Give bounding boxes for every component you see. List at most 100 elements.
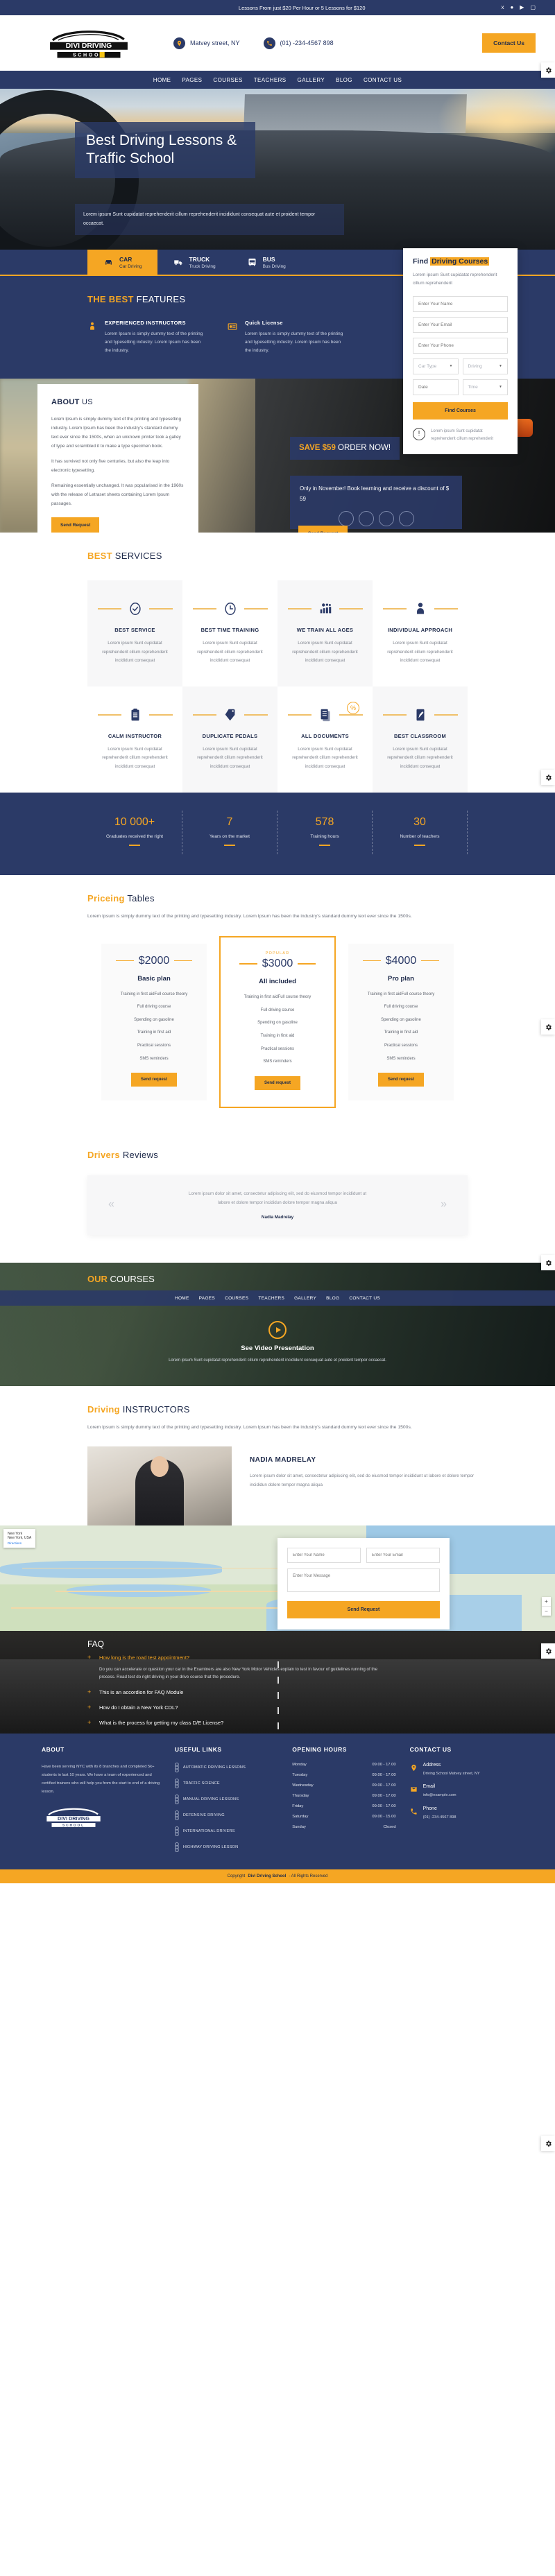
pricing-price: $4000 bbox=[385, 954, 417, 967]
nav-item-blog[interactable]: BLOG bbox=[336, 77, 352, 83]
promo-send-request-button[interactable]: Send Request bbox=[298, 526, 348, 533]
documents-icon bbox=[317, 706, 334, 724]
gear-icon bbox=[545, 1023, 552, 1030]
footer-link[interactable]: TRAFFIC SCIENCE bbox=[175, 1779, 278, 1788]
map-directions-link[interactable]: Directions bbox=[8, 1541, 31, 1545]
instructor-photo bbox=[87, 1446, 232, 1525]
pricing-card-all-included[interactable]: POPULAR $3000 All included Training in f… bbox=[219, 936, 336, 1108]
review-prev-arrow-icon[interactable]: « bbox=[108, 1198, 114, 1210]
site-footer: ABOUT Have been serving NYC with its 8 b… bbox=[0, 1733, 555, 1869]
nav-item-pages[interactable]: PAGES bbox=[182, 77, 202, 83]
service-icon-row bbox=[382, 706, 458, 724]
mini-nav-courses[interactable]: COURSES bbox=[225, 1296, 248, 1301]
mini-nav-teachers[interactable]: TEACHERS bbox=[258, 1296, 284, 1301]
faq-title: FAQ bbox=[87, 1639, 105, 1649]
tab-truck[interactable]: TRUCK Truck Driving bbox=[157, 250, 231, 275]
mini-nav-contact-us[interactable]: CONTACT US bbox=[349, 1296, 380, 1301]
service-text: Lorem ipsum Sunt cupidatat reprehenderit… bbox=[292, 641, 358, 664]
footer-link[interactable]: MANUAL DRIVING LESSONS bbox=[175, 1795, 278, 1804]
facebook-icon[interactable]: x bbox=[501, 5, 504, 10]
footer-link[interactable]: INTERNATIONAL DRIVERS bbox=[175, 1826, 278, 1836]
nav-item-contact-us[interactable]: CONTACT US bbox=[364, 77, 402, 83]
service-card[interactable]: INDIVIDUAL APPROACH Lorem ipsum Sunt cup… bbox=[373, 580, 468, 686]
faq-item[interactable]: + What is the process for getting my cla… bbox=[87, 1719, 379, 1727]
settings-gear-button[interactable] bbox=[541, 770, 555, 785]
contact-us-button[interactable]: Contact Us bbox=[482, 33, 536, 53]
nav-item-home[interactable]: HOME bbox=[153, 77, 171, 83]
footer-link[interactable]: AUTOMATIC DRIVING LESSONS bbox=[175, 1763, 278, 1772]
pricing-send-request-button[interactable]: Send request bbox=[130, 1073, 177, 1087]
reviews-section: Drivers Reviews « Lorem ipsum dolor sit … bbox=[0, 1131, 555, 1263]
instagram-icon[interactable]: ▢ bbox=[530, 5, 536, 10]
nav-item-gallery[interactable]: GALLERY bbox=[298, 77, 325, 83]
service-card[interactable]: BEST CLASSROOM Lorem ipsum Sunt cupidata… bbox=[373, 686, 468, 793]
truck-icon bbox=[173, 257, 185, 268]
service-card[interactable]: WE TRAIN ALL AGES Lorem ipsum Sunt cupid… bbox=[278, 580, 373, 686]
hours-time: 09.00 - 17.00 bbox=[372, 1804, 396, 1808]
find-cartype-select[interactable]: Car Type ▼ bbox=[413, 358, 459, 374]
hours-day: Friday bbox=[292, 1804, 304, 1808]
service-card[interactable]: ALL DOCUMENTS Lorem ipsum Sunt cupidatat… bbox=[278, 686, 373, 793]
settings-gear-button[interactable] bbox=[541, 2136, 555, 2151]
mini-nav-pages[interactable]: PAGES bbox=[199, 1296, 215, 1301]
about-heading: ABOUT US bbox=[51, 398, 185, 406]
hours-day: Sunday bbox=[292, 1824, 306, 1829]
play-video-button[interactable] bbox=[268, 1321, 287, 1340]
service-card[interactable]: CALM INSTRUCTOR Lorem ipsum Sunt cupidat… bbox=[87, 686, 182, 793]
settings-gear-button[interactable] bbox=[541, 1255, 555, 1270]
about-send-request-button[interactable]: Send Request bbox=[51, 517, 100, 533]
contact-email-input[interactable] bbox=[366, 1547, 440, 1563]
contact-send-request-button[interactable]: Send Request bbox=[287, 1600, 440, 1618]
find-email-input[interactable] bbox=[413, 316, 508, 333]
find-time-select[interactable]: Time ▼ bbox=[462, 379, 508, 395]
mini-nav-blog[interactable]: BLOG bbox=[326, 1296, 339, 1301]
footer-link-text: MANUAL DRIVING LESSONS bbox=[182, 1797, 239, 1801]
phone-text: (01) -234-4567 898 bbox=[280, 40, 334, 46]
find-phone-input[interactable] bbox=[413, 337, 508, 354]
footer-contact-address: Address Driving School Matvey street, NY bbox=[410, 1763, 513, 1778]
contact-name-input[interactable] bbox=[287, 1547, 361, 1563]
review-next-arrow-icon[interactable]: » bbox=[441, 1198, 447, 1210]
find-date-input[interactable] bbox=[413, 379, 459, 395]
map-zoom-out-button[interactable]: − bbox=[542, 1605, 551, 1616]
faq-item[interactable]: + This is an accordion for FAQ Module bbox=[87, 1688, 379, 1697]
footer-link[interactable]: HIGHWAY DRIVING LESSON bbox=[175, 1842, 278, 1852]
settings-gear-button[interactable] bbox=[541, 62, 555, 78]
pricing-card-basic[interactable]: $2000 Basic plan Training in first aidFu… bbox=[101, 943, 207, 1101]
logo[interactable]: DIVI DRIVING SCHOOL bbox=[19, 25, 158, 61]
pricing-send-request-button[interactable]: Send request bbox=[254, 1075, 300, 1090]
mini-nav-gallery[interactable]: GALLERY bbox=[294, 1296, 316, 1301]
chevron-down-icon: ▼ bbox=[499, 385, 502, 390]
footer-link[interactable]: DEFENSIVE DRIVING bbox=[175, 1810, 278, 1820]
tab-bus[interactable]: BUS Bus Driving bbox=[231, 250, 301, 275]
pricing-card-pro[interactable]: $4000 Pro plan Training in first aidFull… bbox=[348, 943, 454, 1101]
service-card[interactable]: DUPLICATE PEDALS Lorem ipsum Sunt cupida… bbox=[182, 686, 278, 793]
find-driving-select[interactable]: Driving ▼ bbox=[462, 358, 508, 374]
nav-item-courses[interactable]: COURSES bbox=[213, 77, 242, 83]
twitter-icon[interactable]: ● bbox=[510, 5, 513, 10]
find-courses-button[interactable]: Find Courses bbox=[413, 401, 508, 420]
service-card[interactable]: BEST SERVICE Lorem ipsum Sunt cupidatat … bbox=[87, 580, 182, 686]
map-zoom-in-button[interactable]: + bbox=[542, 1597, 551, 1606]
faq-item[interactable]: + How do I obtain a New York CDL? bbox=[87, 1704, 379, 1712]
hours-time: Closed bbox=[383, 1824, 396, 1829]
mini-nav-home[interactable]: HOME bbox=[175, 1296, 189, 1301]
service-title: ALL DOCUMENTS bbox=[301, 732, 349, 739]
settings-gear-button[interactable] bbox=[541, 1019, 555, 1035]
map-section[interactable]: New York New York, USA Directions + − Se… bbox=[0, 1525, 555, 1631]
stat-number: 578 bbox=[315, 815, 334, 828]
tab-car[interactable]: CAR Car Driving bbox=[87, 250, 157, 275]
header-contact-info: Matvey street, NY (01) -234-4567 898 Con… bbox=[158, 33, 536, 53]
pricing-price-row: $4000 bbox=[357, 955, 445, 967]
settings-gear-button[interactable] bbox=[541, 1643, 555, 1659]
nav-item-teachers[interactable]: TEACHERS bbox=[254, 77, 287, 83]
map-location-label[interactable]: New York New York, USA Directions bbox=[3, 1528, 36, 1548]
pricing-send-request-button[interactable]: Send request bbox=[377, 1073, 424, 1087]
contact-message-textarea[interactable] bbox=[287, 1568, 440, 1592]
service-text: Lorem ipsum Sunt cupidatat reprehenderit… bbox=[102, 641, 168, 664]
faq-item[interactable]: + How long is the road test appointment?… bbox=[87, 1654, 379, 1682]
youtube-icon[interactable]: ▶ bbox=[520, 5, 524, 10]
service-card[interactable]: BEST TIME TRAINING Lorem ipsum Sunt cupi… bbox=[182, 580, 278, 686]
plus-icon: + bbox=[87, 1688, 92, 1696]
find-name-input[interactable] bbox=[413, 295, 508, 312]
